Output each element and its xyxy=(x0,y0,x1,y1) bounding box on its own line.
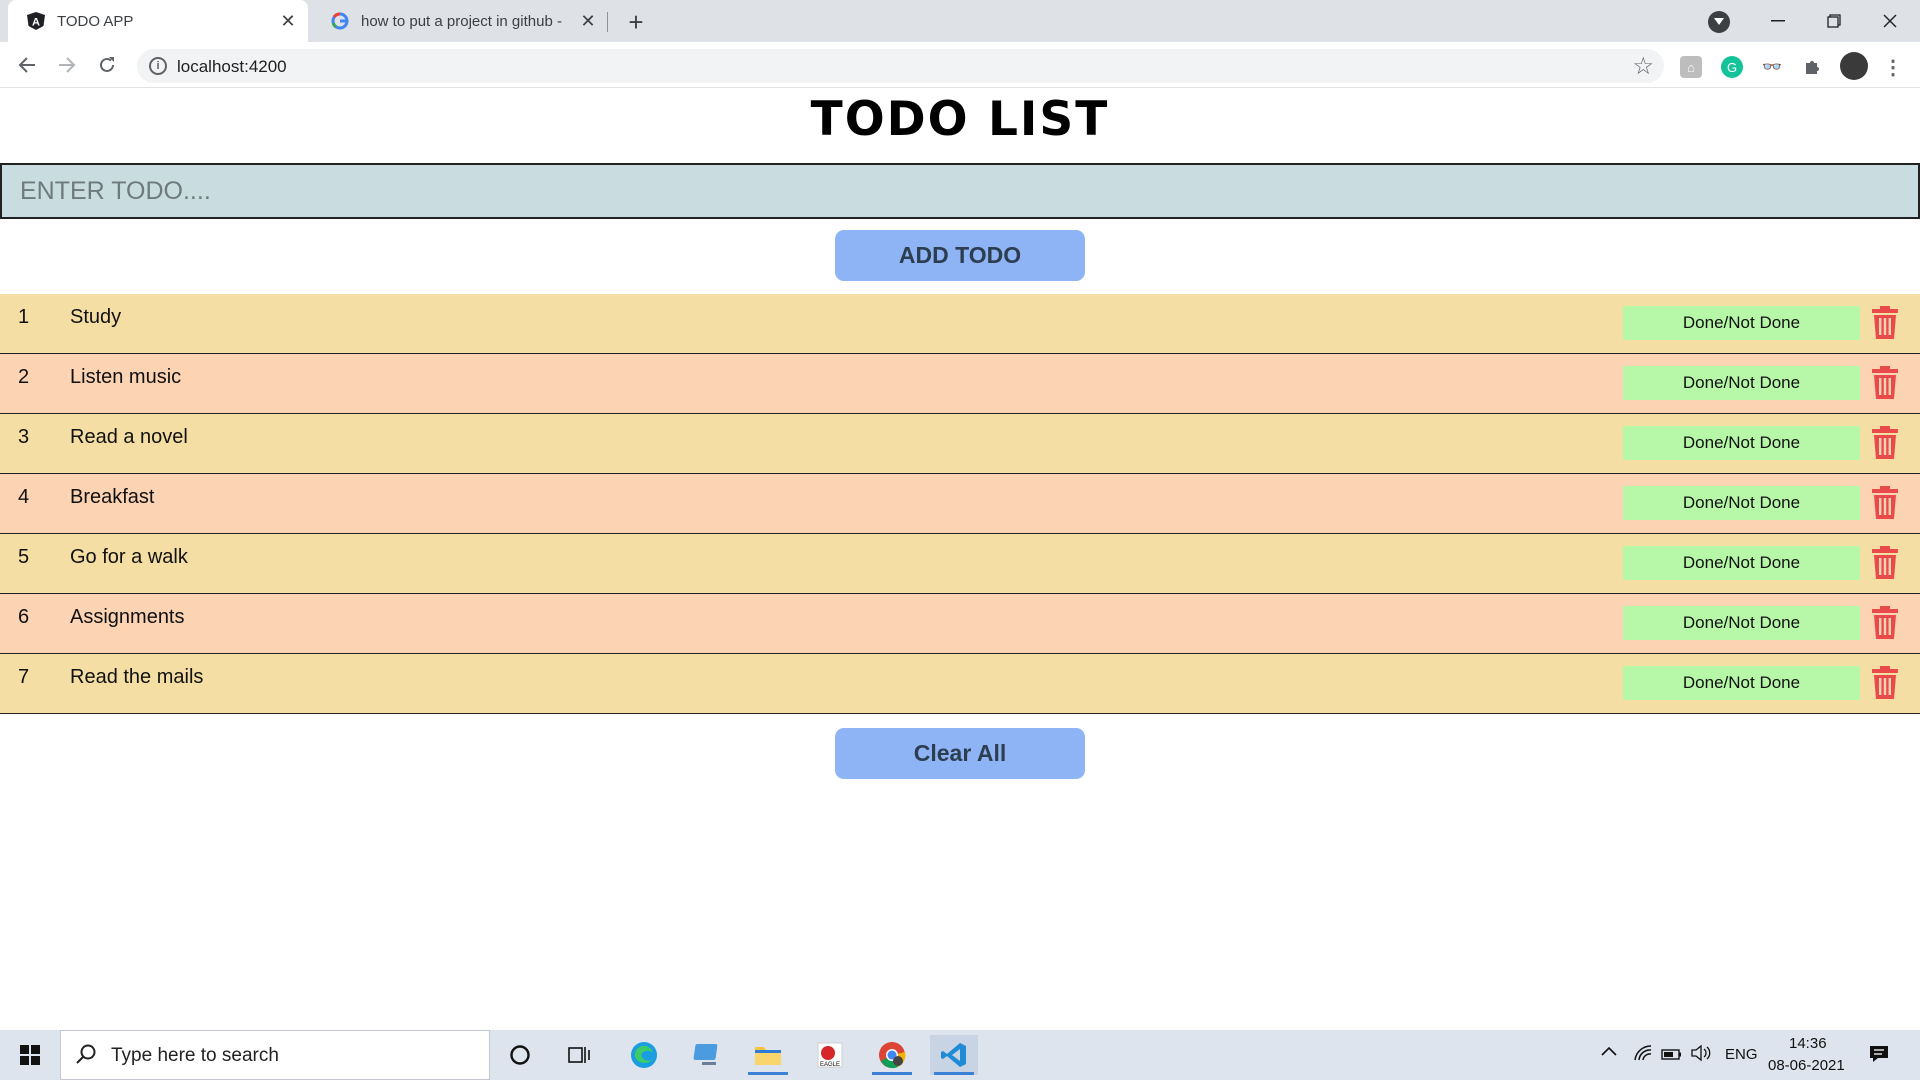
chrome-icon[interactable] xyxy=(868,1035,916,1075)
tab-title: TODO APP xyxy=(57,12,134,30)
todo-index: 1 xyxy=(18,306,30,328)
puzzle-extensions-icon[interactable] xyxy=(1801,56,1823,78)
notifications-icon[interactable] xyxy=(1868,1044,1890,1069)
tab-search-icon[interactable] xyxy=(1708,11,1730,33)
battery-icon[interactable] xyxy=(1660,1044,1684,1067)
active-indicator xyxy=(934,1072,974,1075)
todo-input[interactable] xyxy=(0,163,1920,219)
add-todo-button[interactable]: ADD TODO xyxy=(835,230,1085,281)
todo-row: 4 Breakfast Done/Not Done xyxy=(0,474,1920,534)
todo-text: Listen music xyxy=(70,366,182,388)
search-placeholder: Type here to search xyxy=(111,1045,279,1066)
bookmark-star-icon[interactable]: ☆ xyxy=(1632,52,1654,81)
active-indicator xyxy=(748,1072,788,1075)
menu-kebab-icon[interactable]: ⋮ xyxy=(1882,56,1904,79)
todo-row: 3 Read a novel Done/Not Done xyxy=(0,414,1920,474)
app-monitor-icon[interactable] xyxy=(684,1035,732,1075)
tab-todo-app[interactable]: A TODO APP ✕ xyxy=(8,0,308,42)
done-toggle-button[interactable]: Done/Not Done xyxy=(1623,486,1860,520)
done-toggle-button[interactable]: Done/Not Done xyxy=(1623,666,1860,700)
svg-text:EAGLE: EAGLE xyxy=(820,1062,840,1068)
language-indicator[interactable]: ENG xyxy=(1725,1046,1758,1063)
clock-time[interactable]: 14:36 xyxy=(1789,1035,1827,1052)
reload-icon[interactable] xyxy=(92,50,122,80)
volume-icon[interactable] xyxy=(1690,1044,1712,1067)
windows-taskbar: Type here to search EAGLE ENG 14:36 08-0… xyxy=(0,1030,1920,1080)
site-info-icon[interactable]: i xyxy=(149,57,167,75)
trash-icon[interactable] xyxy=(1870,366,1900,400)
address-bar[interactable]: i localhost:4200 ☆ xyxy=(137,49,1664,83)
forward-arrow-icon[interactable] xyxy=(52,50,82,80)
todo-index: 7 xyxy=(18,666,30,688)
todo-row: 5 Go for a walk Done/Not Done xyxy=(0,534,1920,594)
done-toggle-button[interactable]: Done/Not Done xyxy=(1623,546,1860,580)
close-tab-icon[interactable]: ✕ xyxy=(276,9,300,33)
cortana-icon[interactable] xyxy=(496,1035,544,1075)
todo-text: Read the mails xyxy=(70,666,204,688)
eagle-app-icon[interactable]: EAGLE xyxy=(806,1035,854,1075)
todo-row: 7 Read the mails Done/Not Done xyxy=(0,654,1920,714)
done-toggle-button[interactable]: Done/Not Done xyxy=(1623,426,1860,460)
grammarly-icon[interactable]: G xyxy=(1721,56,1743,78)
vscode-icon[interactable] xyxy=(930,1035,978,1075)
close-tab-icon[interactable]: ✕ xyxy=(576,9,600,33)
file-explorer-icon[interactable] xyxy=(744,1035,792,1075)
todo-text: Breakfast xyxy=(70,486,155,508)
search-icon xyxy=(75,1043,97,1070)
minimize-icon[interactable] xyxy=(1750,0,1806,42)
taskbar-search[interactable]: Type here to search xyxy=(60,1030,490,1080)
close-window-icon[interactable] xyxy=(1862,0,1918,42)
todo-list: 1 Study Done/Not Done 2 Listen music Done/Not… xyxy=(0,294,1920,714)
trash-icon[interactable] xyxy=(1870,606,1900,640)
todo-text: Read a novel xyxy=(70,426,188,448)
trash-icon[interactable] xyxy=(1870,426,1900,460)
done-toggle-button[interactable]: Done/Not Done xyxy=(1623,366,1860,400)
clock-date[interactable]: 08-06-2021 xyxy=(1768,1057,1845,1074)
tab-google-search[interactable]: how to put a project in github - ✕ xyxy=(312,0,608,42)
todo-row: 6 Assignments Done/Not Done xyxy=(0,594,1920,654)
todo-index: 5 xyxy=(18,546,30,568)
done-toggle-button[interactable]: Done/Not Done xyxy=(1623,606,1860,640)
todo-text: Assignments xyxy=(70,606,185,628)
angular-icon: A xyxy=(25,10,47,32)
active-indicator xyxy=(872,1072,912,1075)
task-view-icon[interactable] xyxy=(556,1035,604,1075)
done-toggle-button[interactable]: Done/Not Done xyxy=(1623,306,1860,340)
todo-row: 2 Listen music Done/Not Done xyxy=(0,354,1920,414)
google-icon xyxy=(329,10,351,32)
todo-text: Go for a walk xyxy=(70,546,188,568)
profile-avatar[interactable] xyxy=(1840,52,1868,80)
trash-icon[interactable] xyxy=(1870,306,1900,340)
back-arrow-icon[interactable] xyxy=(12,50,42,80)
windows-start-icon[interactable] xyxy=(6,1035,54,1075)
browser-toolbar: i localhost:4200 ☆ ⌂ G 👓 ⋮ xyxy=(0,42,1920,88)
new-tab-button[interactable]: + xyxy=(622,7,650,37)
todo-row: 1 Study Done/Not Done xyxy=(0,294,1920,354)
page-title: TODO LIST xyxy=(810,92,1110,147)
wifi-icon[interactable] xyxy=(1633,1044,1653,1067)
todo-text: Study xyxy=(70,306,122,328)
chevron-up-icon[interactable] xyxy=(1600,1044,1618,1062)
edge-icon[interactable] xyxy=(620,1035,668,1075)
glasses-extension-icon[interactable]: 👓 xyxy=(1761,56,1783,78)
tab-divider xyxy=(607,12,608,32)
browser-tab-bar: A TODO APP ✕ how to put a project in git… xyxy=(0,0,1920,42)
clear-all-button[interactable]: Clear All xyxy=(835,728,1085,779)
svg-text:A: A xyxy=(32,17,40,29)
todo-index: 2 xyxy=(18,366,30,388)
url-text: localhost:4200 xyxy=(177,57,287,76)
trash-icon[interactable] xyxy=(1870,486,1900,520)
trash-icon[interactable] xyxy=(1870,666,1900,700)
tab-title: how to put a project in github - xyxy=(361,12,562,30)
extension-icon[interactable]: ⌂ xyxy=(1680,56,1702,78)
restore-icon[interactable] xyxy=(1806,0,1862,42)
trash-icon[interactable] xyxy=(1870,546,1900,580)
todo-index: 3 xyxy=(18,426,30,448)
todo-index: 6 xyxy=(18,606,30,628)
todo-index: 4 xyxy=(18,486,30,508)
